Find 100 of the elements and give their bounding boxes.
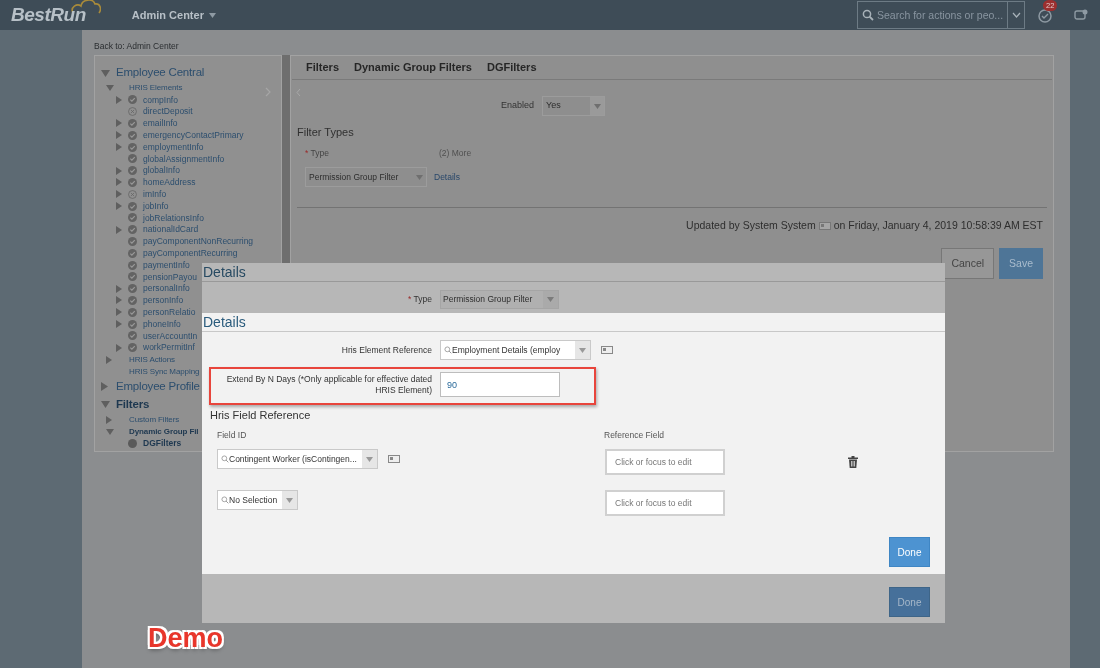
caret-down-icon xyxy=(547,297,554,302)
chevron-down-icon xyxy=(1011,12,1021,18)
type-select[interactable]: Permission Group Filter xyxy=(440,290,559,309)
check-circle-icon xyxy=(128,331,137,341)
check-circle-icon xyxy=(128,142,137,152)
element-select[interactable]: Employment Details (employ xyxy=(440,340,591,360)
tree-item[interactable]: globalInfo xyxy=(143,166,180,175)
dialog-title: Details xyxy=(202,263,945,282)
tree-item[interactable]: compInfo xyxy=(143,95,178,105)
tree-item[interactable]: employmentInfo xyxy=(143,142,204,152)
tree-item[interactable]: homeAddress xyxy=(143,178,196,187)
check-circle-icon xyxy=(128,95,137,105)
tree-item[interactable]: personInfo xyxy=(143,296,184,305)
tree-item[interactable]: Dynamic Group Fil xyxy=(129,427,199,436)
tree-item[interactable]: HRIS Elements xyxy=(129,84,183,92)
notification-icon xyxy=(1037,8,1053,24)
check-circle-icon xyxy=(128,213,137,223)
required-asterisk: * xyxy=(408,294,412,305)
tree-item[interactable]: personRelatio xyxy=(143,308,196,317)
check-circle-icon xyxy=(128,177,137,187)
type-select[interactable]: Permission Group Filter xyxy=(305,167,427,188)
caret-down-icon xyxy=(593,103,601,109)
tree-item[interactable]: paymentInfo xyxy=(143,260,190,270)
section-title: Filter Types xyxy=(296,125,354,140)
annotation-label: Demo xyxy=(148,622,223,655)
card-icon xyxy=(818,222,831,231)
search-icon xyxy=(221,455,229,464)
tree-item[interactable]: Employee Profile xyxy=(116,380,200,393)
tree-item[interactable]: HRIS Sync Mapping xyxy=(129,367,200,376)
tree-item[interactable]: phoneInfo xyxy=(143,319,181,329)
check-circle-icon xyxy=(128,260,137,270)
tree-item[interactable]: payComponentNonRecurring xyxy=(143,237,254,246)
check-circle-icon xyxy=(128,272,137,282)
column-header: Field ID xyxy=(217,428,248,442)
caret-down-icon xyxy=(415,174,423,180)
dropdown-button[interactable] xyxy=(1008,1,1025,29)
tree-item[interactable]: workPermitInf xyxy=(143,343,195,352)
tree-item[interactable]: DGFilters xyxy=(143,439,182,448)
dialog-title: Details xyxy=(202,313,945,332)
check-circle-icon xyxy=(128,119,137,128)
card-icon xyxy=(601,346,613,354)
app-menu[interactable]: Admin Center xyxy=(131,6,216,24)
field-select[interactable]: Contingent Worker (isContingen... xyxy=(217,449,378,470)
tree-item[interactable]: payComponentRecurring xyxy=(143,249,238,258)
tree-item[interactable]: imInfo xyxy=(143,190,167,199)
caret-down-icon xyxy=(365,456,373,462)
chat-icon xyxy=(1074,8,1089,22)
check-circle-icon xyxy=(128,225,137,235)
tree-item[interactable]: HRIS Actions xyxy=(129,355,175,364)
check-circle-icon xyxy=(128,319,137,329)
tree-item[interactable]: Employee Central xyxy=(116,67,205,79)
check-circle-icon xyxy=(128,295,137,305)
check-circle-icon xyxy=(128,236,137,246)
field-select[interactable]: No Selection xyxy=(217,490,299,511)
save-button[interactable]: Save xyxy=(999,248,1043,279)
reference-input[interactable]: Click or focus to edit xyxy=(605,490,725,517)
required-asterisk: * xyxy=(305,147,309,158)
cancel-button[interactable]: Cancel xyxy=(941,248,995,279)
breadcrumb-link[interactable]: Filters xyxy=(306,59,339,76)
tree-item[interactable]: nationalIdCard xyxy=(143,225,199,234)
done-button[interactable]: Done xyxy=(889,587,930,617)
check-circle-icon xyxy=(128,307,137,317)
tree-item[interactable]: jobInfo xyxy=(143,201,169,211)
caret-down-icon xyxy=(286,497,294,503)
tree-item[interactable]: jobRelationsInfo xyxy=(143,213,204,223)
details-link[interactable]: Details xyxy=(434,170,460,184)
done-button[interactable]: Done xyxy=(889,537,930,567)
tree-item[interactable]: pensionPayou xyxy=(143,272,197,282)
tree-item[interactable]: Filters xyxy=(116,398,150,411)
tree-item[interactable]: userAccountIn xyxy=(143,331,198,341)
tree-item[interactable]: emergencyContactPrimary xyxy=(143,131,244,140)
back-link[interactable]: Back to: Admin Center xyxy=(94,41,179,51)
check-circle-icon xyxy=(128,248,137,258)
x-circle-icon xyxy=(128,107,137,117)
tree-item[interactable]: directDeposit xyxy=(143,107,193,116)
updated-text: on Friday, January 4, 2019 10:58:39 AM EST xyxy=(833,218,1043,234)
x-circle-icon xyxy=(128,189,137,199)
field-label: Enabled xyxy=(501,99,535,113)
caret-down-icon xyxy=(579,347,586,353)
field-label: Extend By N Days (*Only applicable for effective dated HRIS Element) xyxy=(225,373,433,396)
tree-item[interactable]: globalAssignmentInfo xyxy=(143,154,225,164)
check-circle-icon xyxy=(128,130,137,140)
search-icon xyxy=(862,9,874,21)
reference-input[interactable]: Click or focus to edit xyxy=(605,449,725,476)
enabled-select[interactable]: Yes xyxy=(542,96,606,116)
breadcrumb-link[interactable]: DGFilters xyxy=(487,59,537,76)
tree-item[interactable]: personalInfo xyxy=(143,284,190,293)
days-input[interactable]: 90 xyxy=(440,372,560,397)
dot-icon xyxy=(128,438,137,448)
search-icon xyxy=(221,496,229,505)
tree-item[interactable]: emailInfo xyxy=(143,119,178,128)
tree-item[interactable]: Custom Filters xyxy=(129,415,180,424)
check-circle-icon xyxy=(128,201,137,211)
check-circle-icon xyxy=(128,284,137,294)
search-icon xyxy=(444,346,452,354)
breadcrumb-link[interactable]: Dynamic Group Filters xyxy=(354,59,472,76)
field-label: * Type xyxy=(407,293,433,306)
caret-down-icon xyxy=(208,12,216,18)
logo-text: BestRun xyxy=(11,2,86,27)
search-field[interactable]: Search for actions or peo... xyxy=(857,1,1008,29)
